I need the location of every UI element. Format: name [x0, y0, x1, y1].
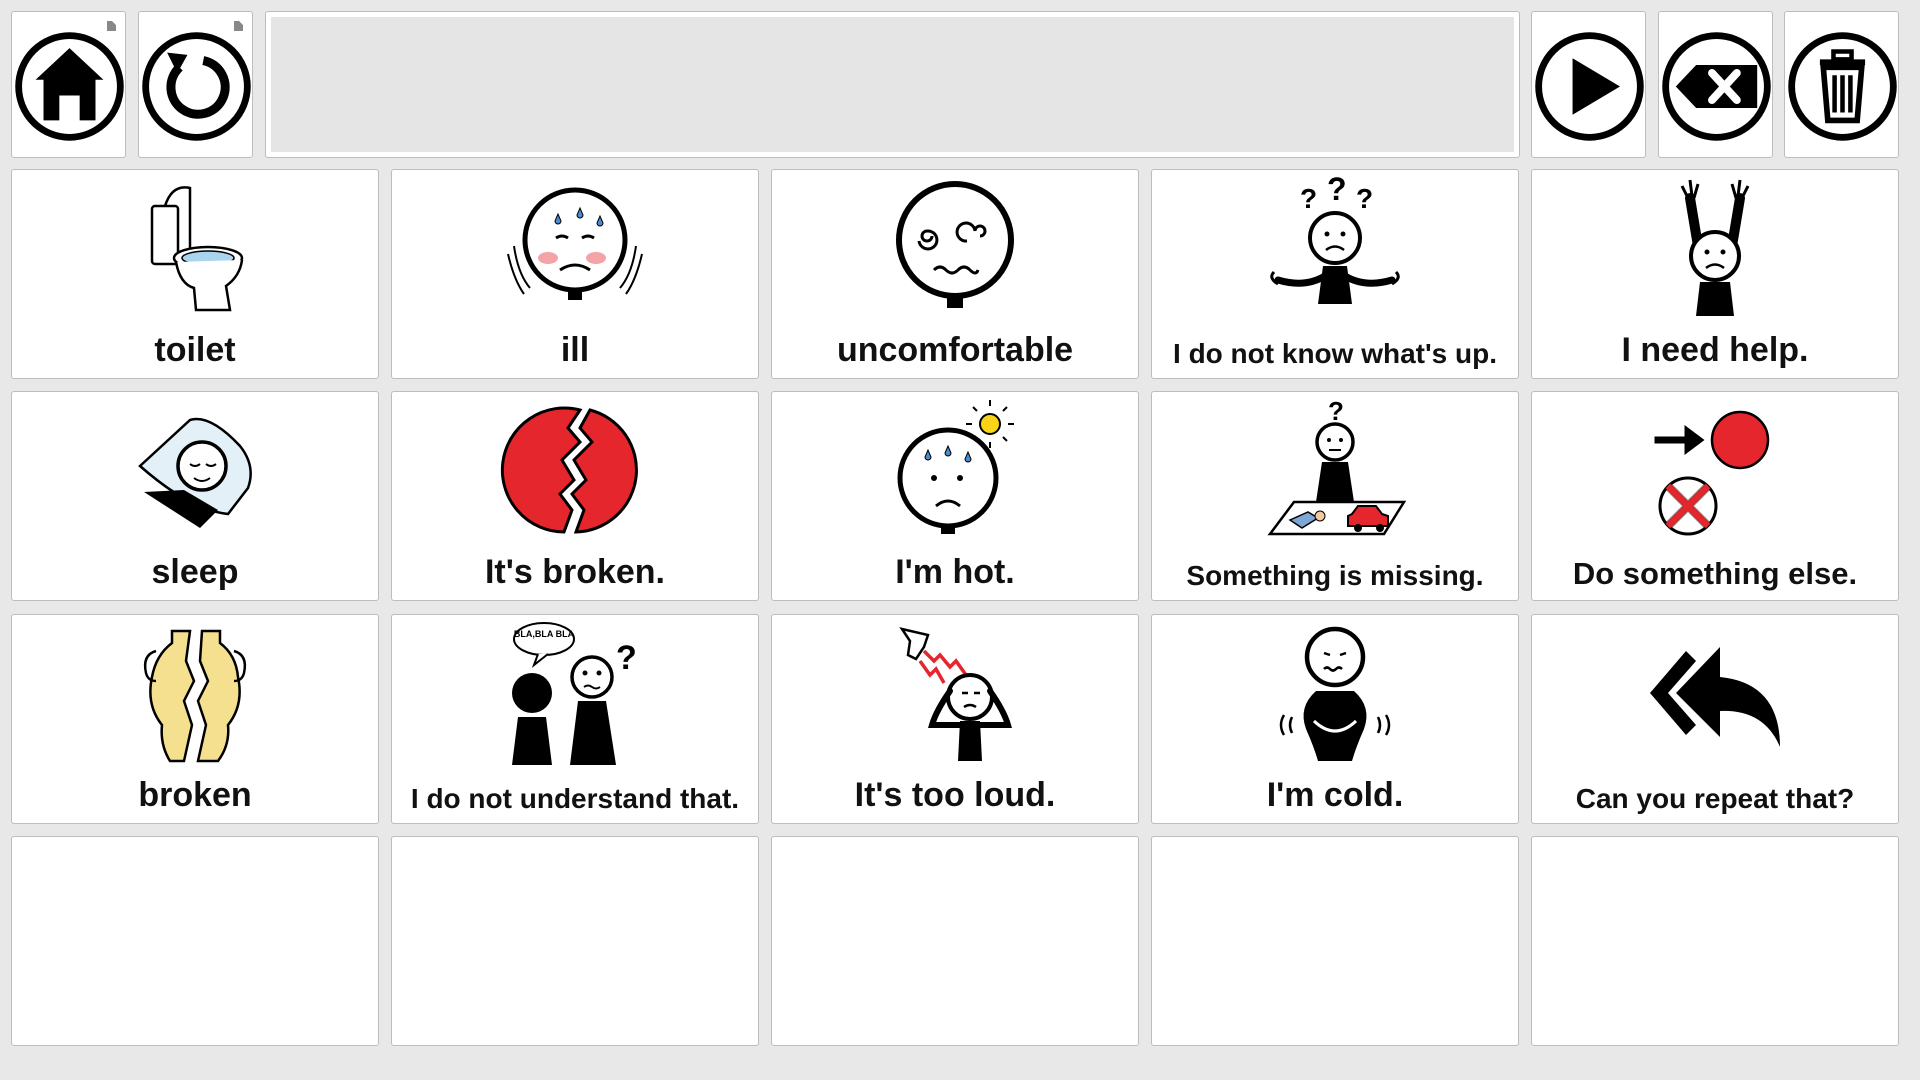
cell-label: I do not understand that.: [410, 783, 740, 814]
symbol-cell-its-broken[interactable]: It's broken.: [391, 391, 759, 601]
cell-label: Do something else.: [1572, 556, 1858, 591]
cell-label: It's too loud.: [854, 776, 1056, 814]
hot-face-icon: [897, 400, 1014, 534]
cell-label: ill: [560, 331, 590, 369]
cell-label: I'm hot.: [895, 553, 1015, 591]
empty-cell[interactable]: [1531, 836, 1899, 1046]
empty-cell[interactable]: [391, 836, 759, 1046]
clear-button[interactable]: [1784, 11, 1899, 158]
dizzy-face-icon: [896, 181, 1014, 308]
cell-label: broken: [138, 776, 252, 814]
empty-cell[interactable]: [771, 836, 1139, 1046]
cell-label: I need help.: [1621, 331, 1809, 369]
toilet-icon: [150, 186, 244, 312]
cell-label: It's broken.: [484, 553, 665, 591]
speech-bubble-text: BLA,BLA BLA: [514, 629, 575, 639]
empty-cell[interactable]: [11, 836, 379, 1046]
confused-person-icon: ? ? ?: [1270, 176, 1400, 304]
svg-text:?: ?: [616, 639, 637, 677]
symbol-cell-im-cold[interactable]: I'm cold.: [1151, 614, 1519, 824]
symbol-cell-do-something-else[interactable]: Do something else.: [1531, 391, 1899, 601]
symbol-cell-need-help[interactable]: I need help.: [1531, 169, 1899, 379]
svg-text:?: ?: [1328, 398, 1344, 426]
cell-label: Something is missing.: [1186, 560, 1484, 591]
sick-face-icon: [507, 187, 643, 300]
symbol-cell-repeat-that[interactable]: Can you repeat that?: [1531, 614, 1899, 824]
sleeping-person-icon: [138, 417, 252, 528]
home-icon: [15, 32, 124, 141]
message-bar[interactable]: [265, 11, 1520, 158]
play-icon: [1535, 32, 1644, 141]
cell-label: sleep: [151, 553, 239, 591]
switch-activity-icon: [1654, 410, 1770, 536]
not-understand-icon: BLA,BLA BLA ?: [512, 622, 637, 765]
svg-text:?: ?: [1356, 183, 1373, 214]
empty-cell[interactable]: [1151, 836, 1519, 1046]
cell-label: uncomfortable: [836, 331, 1074, 369]
cell-label: I'm cold.: [1266, 776, 1404, 814]
symbol-cell-too-loud[interactable]: It's too loud.: [771, 614, 1139, 824]
repeat-arrow-icon: [1650, 647, 1780, 747]
trash-icon: [1788, 32, 1897, 141]
backspace-button[interactable]: [1658, 11, 1773, 158]
symbol-cell-uncomfortable[interactable]: uncomfortable: [771, 169, 1139, 379]
loud-noise-icon: [899, 627, 1012, 761]
missing-item-icon: ?: [1267, 398, 1407, 536]
speak-button[interactable]: [1531, 11, 1646, 158]
symbol-cell-ill[interactable]: ill: [391, 169, 759, 379]
symbol-cell-not-understand[interactable]: BLA,BLA BLA ? I do not understand that.: [391, 614, 759, 824]
symbol-cell-toilet[interactable]: toilet: [11, 169, 379, 379]
cell-label: Can you repeat that?: [1575, 783, 1855, 814]
svg-text:?: ?: [1300, 183, 1317, 214]
undo-icon: [142, 32, 251, 141]
home-button[interactable]: [11, 11, 126, 158]
symbol-cell-dont-know[interactable]: ? ? ? I do not know what's up.: [1151, 169, 1519, 379]
broken-vase-icon: [143, 629, 247, 763]
symbol-cell-im-hot[interactable]: I'm hot.: [771, 391, 1139, 601]
cell-label: I do not know what's up.: [1173, 338, 1497, 369]
backspace-icon: [1662, 32, 1771, 141]
cell-label: toilet: [154, 331, 236, 369]
message-text: [271, 17, 1514, 152]
cold-person-icon: [1279, 626, 1391, 761]
help-person-icon: [1680, 179, 1750, 316]
symbol-cell-broken[interactable]: broken: [11, 614, 379, 824]
symbol-cell-something-missing[interactable]: ? Something is missing.: [1151, 391, 1519, 601]
svg-text:?: ?: [1327, 176, 1347, 207]
symbol-cell-sleep[interactable]: sleep: [11, 391, 379, 601]
broken-circle-icon: [500, 406, 638, 534]
back-button[interactable]: [138, 11, 253, 158]
